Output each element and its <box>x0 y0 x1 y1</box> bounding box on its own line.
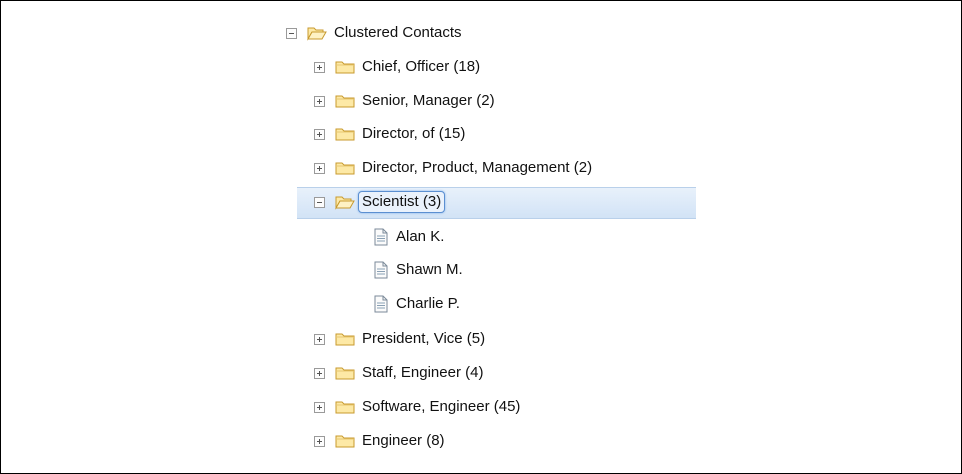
expand-toggle[interactable] <box>314 333 325 345</box>
tree-node-contact[interactable]: Alan K. <box>373 224 444 250</box>
document-icon <box>373 295 389 313</box>
contact-name: Shawn M. <box>396 261 463 278</box>
tree-node-folder[interactable]: Director, Product, Management (2) <box>314 155 592 181</box>
folder-icon <box>335 433 355 449</box>
expand-toggle[interactable] <box>314 61 325 73</box>
tree-node-folder[interactable]: Senior, Manager (2) <box>314 88 495 114</box>
tree-node-folder[interactable]: Director, of (15) <box>314 121 465 147</box>
expand-toggle[interactable] <box>314 435 325 447</box>
tree-node-label: Staff, Engineer (4) <box>362 364 484 381</box>
folder-icon <box>335 126 355 142</box>
folder-open-icon <box>335 194 355 210</box>
collapse-toggle[interactable] <box>286 27 297 39</box>
tree-node-label: Senior, Manager (2) <box>362 92 495 109</box>
contact-name: Alan K. <box>396 228 445 245</box>
expand-toggle[interactable] <box>314 401 325 413</box>
contacts-tree: Clustered Contacts Chief, Officer (18) S… <box>1 1 961 473</box>
tree-node-folder[interactable]: Software, Engineer (45) <box>314 394 520 420</box>
folder-icon <box>335 160 355 176</box>
folder-icon <box>335 93 355 109</box>
tree-node-folder[interactable]: Engineer (8) <box>314 428 445 454</box>
tree-node-label: Director, of (15) <box>362 125 466 142</box>
tree-node-contact[interactable]: Shawn M. <box>373 257 463 283</box>
tree-node-folder[interactable]: Staff, Engineer (4) <box>314 360 483 386</box>
contacts-tree-panel: Clustered Contacts Chief, Officer (18) S… <box>0 0 962 474</box>
document-icon <box>373 228 389 246</box>
expand-toggle[interactable] <box>314 128 325 140</box>
document-icon <box>373 261 389 279</box>
contact-name: Charlie P. <box>396 295 460 312</box>
tree-node-folder[interactable]: Chief, Officer (18) <box>314 54 480 80</box>
folder-icon <box>335 365 355 381</box>
expand-toggle[interactable] <box>314 95 325 107</box>
expand-toggle[interactable] <box>314 162 325 174</box>
folder-icon <box>335 331 355 347</box>
tree-node-label: Engineer (8) <box>362 432 445 449</box>
expand-toggle[interactable] <box>314 367 325 379</box>
tree-node-label: Software, Engineer (45) <box>362 398 521 415</box>
tree-node-label: Clustered Contacts <box>334 24 462 41</box>
tree-node-folder-selected[interactable]: Scientist (3) <box>314 189 446 215</box>
tree-node-label: President, Vice (5) <box>362 330 486 347</box>
tree-node-folder[interactable]: President, Vice (5) <box>314 326 485 352</box>
folder-open-icon <box>307 25 327 41</box>
tree-node-label: Chief, Officer (18) <box>362 58 481 75</box>
tree-node-root[interactable]: Clustered Contacts <box>286 20 462 46</box>
tree-node-label: Director, Product, Management (2) <box>362 159 593 176</box>
tree-node-label: Scientist (3) <box>358 191 446 213</box>
folder-icon <box>335 399 355 415</box>
collapse-toggle[interactable] <box>314 196 325 208</box>
tree-node-contact[interactable]: Charlie P. <box>373 291 460 317</box>
folder-icon <box>335 59 355 75</box>
